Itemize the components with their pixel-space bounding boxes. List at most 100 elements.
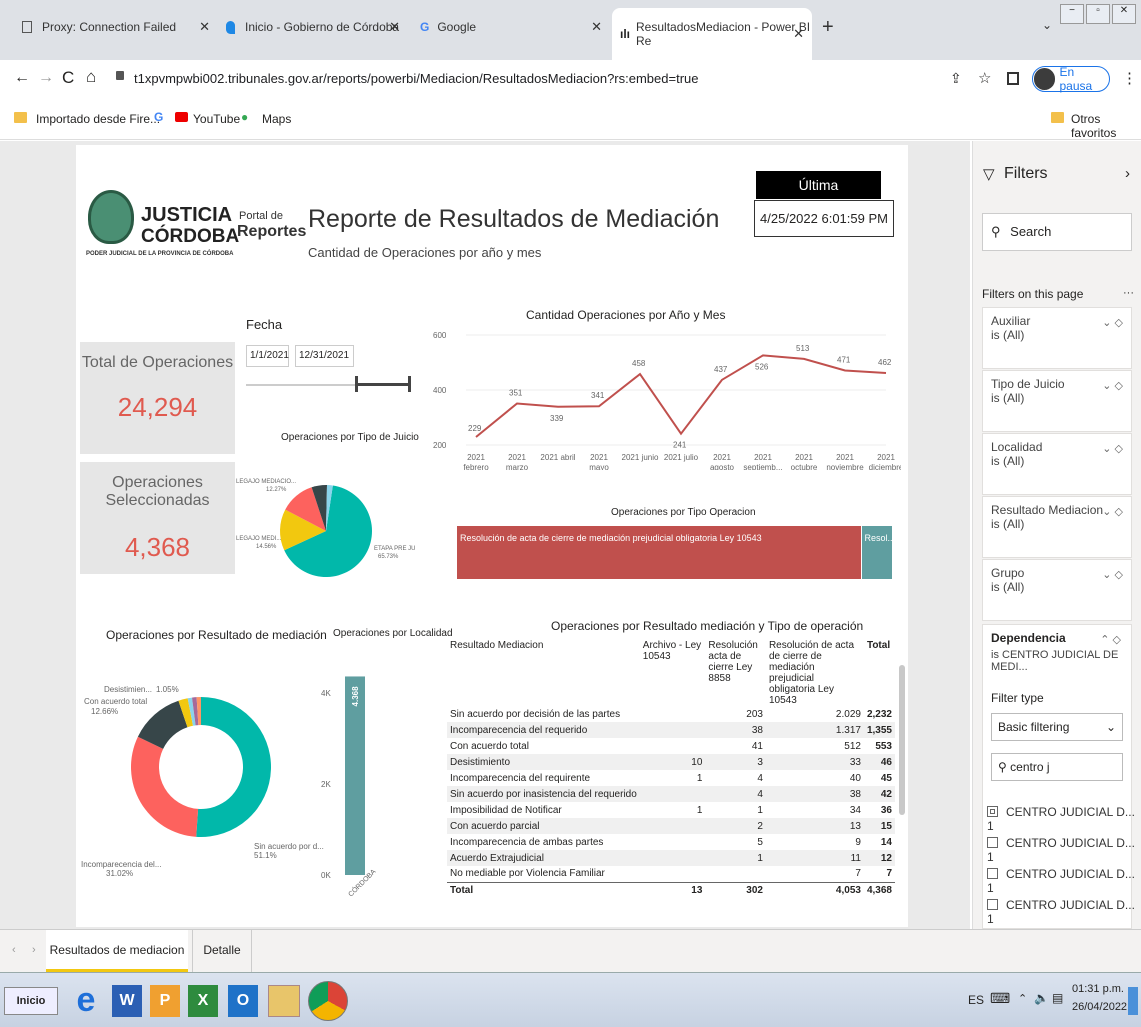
share-icon[interactable]: ⇪ (950, 70, 962, 87)
table-row[interactable]: Con acuerdo parcial 2 13 15 (447, 818, 895, 834)
forward-icon[interactable]: → (38, 69, 54, 87)
chevron-down-icon[interactable]: ⌄ ◇ (1102, 316, 1123, 329)
table-row[interactable]: No mediable por Violencia Familiar 7 7 (447, 866, 895, 882)
start-button[interactable]: Inicio (4, 987, 58, 1015)
home-icon[interactable]: ⌂ (86, 67, 96, 87)
browser-tab[interactable]: Proxy: Connection Failed ✕ (8, 8, 218, 46)
checkbox[interactable] (987, 868, 998, 879)
ie-icon[interactable]: e (66, 981, 106, 1021)
keyboard-icon[interactable]: ⌨ (990, 990, 1010, 1007)
table-cell: 1 (757, 804, 763, 816)
table-row[interactable]: Incomparecencia del requirente 1 4 40 45 (447, 770, 895, 786)
fecha-to-input[interactable]: 12/31/2021 (295, 345, 354, 367)
bookmark-other[interactable]: Otros favoritos (1071, 112, 1141, 140)
reload-icon[interactable]: C (62, 68, 74, 88)
page-tab-resultados[interactable]: Resultados de mediacion (46, 930, 188, 972)
outlook-icon[interactable]: O (228, 985, 258, 1017)
checkbox[interactable] (987, 806, 998, 817)
filter-card[interactable]: Auxiliar is (All) ⌄ ◇ (982, 307, 1132, 369)
explorer-icon[interactable] (268, 985, 300, 1017)
bookmark-youtube[interactable]: YouTube (193, 112, 240, 126)
tray-arrow-icon[interactable]: ⌃ (1018, 992, 1027, 1005)
chrome-icon[interactable] (308, 981, 348, 1021)
table-cell (640, 706, 706, 722)
filter-card[interactable]: Grupo is (All) ⌄ ◇ (982, 559, 1132, 621)
table-scrollbar[interactable] (899, 665, 905, 815)
browser-tab-active[interactable]: ılı ResultadosMediacion - Power BI Re ✕ (612, 8, 812, 60)
filter-type-select[interactable]: Basic filtering ⌄ (991, 713, 1123, 741)
clock-time[interactable]: 01:31 p.m. (1072, 983, 1124, 995)
header-cell[interactable]: Archivo - Ley 10543 (640, 640, 706, 706)
volume-icon[interactable]: 🔈 (1034, 991, 1049, 1005)
option-search-input[interactable]: ⚲ centro j (991, 753, 1123, 781)
filter-option[interactable]: CENTRO JUDICIAL D... 1 (987, 805, 1137, 833)
bookmark-maps[interactable]: Maps (262, 112, 291, 126)
table-row[interactable]: Desistimiento 10 3 33 46 (447, 754, 895, 770)
fecha-from-input[interactable]: 1/1/2021 (246, 345, 289, 367)
close-icon[interactable]: ✕ (199, 19, 210, 35)
filter-card[interactable]: Resultado Mediacion is (All) ⌄ ◇ (982, 496, 1132, 558)
header-cell[interactable]: Total (864, 640, 895, 706)
close-icon[interactable]: ✕ (793, 26, 804, 42)
slider-handle-start[interactable] (355, 376, 358, 392)
star-icon[interactable]: ☆ (978, 69, 991, 87)
page-tab-detalle[interactable]: Detalle (192, 930, 252, 972)
table-row[interactable]: Acuerdo Extrajudicial 1 11 12 (447, 850, 895, 866)
menu-icon[interactable]: ⋮ (1122, 69, 1137, 87)
header-cell[interactable]: Resolución de acta de cierre de mediació… (766, 640, 864, 706)
excel-icon[interactable]: X (188, 985, 218, 1017)
sidepanel-icon[interactable] (1007, 72, 1019, 85)
checkbox[interactable] (987, 899, 998, 910)
header-cell[interactable]: Resolución acta de cierre Ley 8858 (705, 640, 766, 706)
header-cell[interactable]: Resultado Mediacion (447, 640, 640, 706)
bar-segment[interactable]: Resol... (861, 526, 892, 579)
filter-option[interactable]: CENTRO JUDICIAL D... 1 (987, 836, 1137, 864)
filters-search-input[interactable]: ⚲ Search (982, 213, 1132, 251)
table-row[interactable]: Imposibilidad de Notificar 1 1 34 36 (447, 802, 895, 818)
new-tab-icon[interactable]: + (822, 16, 834, 39)
close-icon[interactable]: ✕ (389, 19, 400, 35)
back-icon[interactable]: ← (14, 69, 30, 87)
google-icon[interactable]: G (154, 110, 163, 124)
donut-slice[interactable] (196, 697, 272, 837)
table-row[interactable]: Incomparecencia de ambas partes 5 9 14 (447, 834, 895, 850)
chevron-down-icon[interactable]: ⌄ ◇ (1102, 379, 1123, 392)
table-cell: Con acuerdo parcial (447, 818, 640, 834)
chevron-down-icon[interactable]: ⌄ (1042, 18, 1052, 32)
bookmark-imported[interactable]: Importado desde Fire... (36, 112, 160, 126)
checkbox[interactable] (987, 837, 998, 848)
word-icon[interactable]: W (112, 985, 142, 1017)
language-indicator[interactable]: ES (968, 993, 984, 1007)
chevron-up-icon[interactable]: ⌃ ◇ (1100, 633, 1121, 646)
network-icon[interactable]: ▤ (1052, 991, 1063, 1005)
filter-card[interactable]: Tipo de Juicio is (All) ⌄ ◇ (982, 370, 1132, 432)
profile-button[interactable]: En pausa (1032, 65, 1110, 93)
clock-date[interactable]: 26/04/2022 (1072, 1001, 1127, 1013)
filter-option[interactable]: CENTRO JUDICIAL D... 1 (987, 867, 1137, 895)
minimize-button[interactable]: − (1060, 4, 1084, 24)
show-desktop-button[interactable] (1128, 987, 1138, 1015)
close-icon[interactable]: ✕ (591, 19, 602, 35)
donut-slice[interactable] (131, 736, 199, 837)
browser-tab[interactable]: Inicio - Gobierno de Córdoba ✕ (218, 8, 408, 46)
table-row[interactable]: Con acuerdo total 41 512 553 (447, 738, 895, 754)
powerpoint-icon[interactable]: P (150, 985, 180, 1017)
next-page-icon[interactable]: › (32, 944, 36, 956)
table-row[interactable]: Sin acuerdo por inasistencia del requeri… (447, 786, 895, 802)
table-row[interactable]: Sin acuerdo por decisión de las partes 20… (447, 706, 895, 722)
slider-handle-end[interactable] (408, 376, 411, 392)
browser-tab[interactable]: G Google ✕ (410, 8, 610, 46)
chevron-down-icon[interactable]: ⌄ ◇ (1102, 505, 1123, 518)
close-window-button[interactable]: ✕ (1112, 4, 1136, 24)
filter-option[interactable]: CENTRO JUDICIAL D... 1 (987, 898, 1137, 926)
table-row[interactable]: Incomparecencia del requerido 38 1.317 1,35… (447, 722, 895, 738)
filter-card[interactable]: Localidad is (All) ⌄ ◇ (982, 433, 1132, 495)
chevron-down-icon[interactable]: ⌄ ◇ (1102, 442, 1123, 455)
url-field[interactable]: t1xpvmpwbi002.tribunales.gov.ar/reports/… (134, 71, 698, 86)
chevron-down-icon[interactable]: ⌄ ◇ (1102, 568, 1123, 581)
bar-segment[interactable]: Resolución de acta de cierre de mediació… (457, 526, 861, 579)
collapse-chevron-icon[interactable]: › (1125, 165, 1130, 182)
maximize-button[interactable]: ▫ (1086, 4, 1110, 24)
more-icon[interactable]: ··· (1123, 287, 1134, 299)
prev-page-icon[interactable]: ‹ (12, 944, 16, 956)
